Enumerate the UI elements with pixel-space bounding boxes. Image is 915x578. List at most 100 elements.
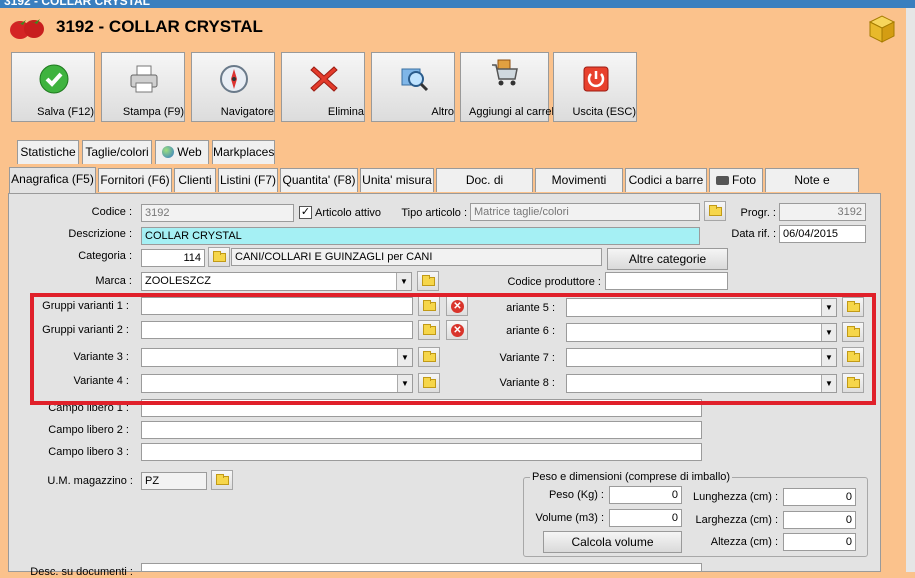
globe-icon <box>162 146 175 158</box>
peso-dimensioni-title: Peso e dimensioni (comprese di imballo) <box>530 471 733 483</box>
tab-label: Markplaces <box>213 145 275 159</box>
codice-field[interactable]: 3192 <box>141 204 294 222</box>
tab-listini[interactable]: Listini (F7) <box>218 168 278 192</box>
marca-select[interactable]: ZOOLESZCZ ▼ <box>141 272 412 291</box>
um-magazzino-label: U.M. magazzino : <box>47 475 133 487</box>
exit-label: Uscita (ESC) <box>572 106 636 118</box>
window-titlebar: 3192 - COLLAR CRYSTAL <box>0 0 915 8</box>
tab-statistiche[interactable]: Statistiche <box>17 140 79 164</box>
calcola-volume-button[interactable]: Calcola volume <box>543 531 682 553</box>
tab-label: Anagrafica (F5) <box>11 172 94 186</box>
lunghezza-label: Lunghezza (cm) : <box>693 491 778 503</box>
compass-icon <box>220 65 248 93</box>
window-title: 3192 - COLLAR CRYSTAL <box>4 0 151 8</box>
data-rif-field[interactable]: 06/04/2015 <box>779 225 866 243</box>
categoria-label: Categoria : <box>78 250 132 262</box>
descrizione-label: Descrizione : <box>68 228 132 240</box>
articolo-attivo-label: Articolo attivo <box>315 207 382 219</box>
print-label: Stampa (F9) <box>122 106 184 118</box>
delete-button[interactable]: Elimina <box>281 52 365 122</box>
marca-value: ZOOLESZCZ <box>145 275 212 287</box>
cubes-icon[interactable] <box>866 12 898 44</box>
marca-label: Marca : <box>95 275 132 287</box>
descrizione-field[interactable]: COLLAR CRYSTAL <box>141 227 700 245</box>
um-magazzino-field[interactable]: PZ <box>141 472 207 490</box>
campo-libero-3-field[interactable] <box>141 443 702 461</box>
codice-produttore-label: Codice produttore : <box>507 276 601 288</box>
strawberry-logo-icon <box>8 16 46 40</box>
camera-icon <box>715 176 729 185</box>
tab-unita-misura[interactable]: Unita' misura <box>360 168 434 192</box>
progr-field[interactable]: 3192 <box>779 203 866 221</box>
print-button[interactable]: Stampa (F9) <box>101 52 185 122</box>
tab-note-descrizioni[interactable]: Note e descrizioni <box>765 168 859 209</box>
delete-label: Elimina <box>327 106 364 118</box>
larghezza-field[interactable]: 0 <box>783 511 856 529</box>
tab-fornitori[interactable]: Fornitori (F6) <box>98 168 172 192</box>
tab-label: Clienti <box>178 173 212 187</box>
desc-documenti-field[interactable] <box>141 563 702 572</box>
tab-label: Fornitori (F6) <box>100 173 170 187</box>
altre-categorie-button[interactable]: Altre categorie <box>607 248 728 270</box>
tab-anagrafica[interactable]: Anagrafica (F5) <box>9 167 96 193</box>
peso-label: Peso (Kg) : <box>548 489 604 501</box>
add-to-cart-button[interactable]: Aggiungi al carrello <box>460 52 563 122</box>
peso-field[interactable]: 0 <box>609 486 682 504</box>
altezza-field[interactable]: 0 <box>783 533 856 551</box>
tab-label: Web <box>177 145 202 159</box>
exit-button[interactable]: Uscita (ESC) <box>553 52 637 122</box>
navigator-button[interactable]: Navigatore <box>191 52 275 122</box>
tipo-articolo-folder-icon[interactable] <box>704 201 726 221</box>
altezza-label: Altezza (cm) : <box>710 536 778 548</box>
desc-documenti-label: Desc. su documenti : <box>30 566 133 578</box>
categoria-folder-icon[interactable] <box>208 247 230 267</box>
tab-movimenti[interactable]: Movimenti (F10) <box>535 168 623 209</box>
other-label: Altro <box>431 106 454 118</box>
tab-taglie-colori[interactable]: Taglie/colori <box>82 140 152 164</box>
larghezza-label: Larghezza (cm) : <box>695 514 778 526</box>
marca-folder-icon[interactable] <box>417 271 439 291</box>
lunghezza-field[interactable]: 0 <box>783 488 856 506</box>
tab-web[interactable]: Web <box>155 140 209 164</box>
tab-markplaces[interactable]: Markplaces <box>212 140 275 164</box>
volume-label: Volume (m3) : <box>535 512 604 524</box>
page-title: 3192 - COLLAR CRYSTAL <box>56 17 263 36</box>
tab-quantita[interactable]: Quantita' (F8) <box>280 168 358 192</box>
um-magazzino-folder-icon[interactable] <box>211 470 233 490</box>
categoria-code-field[interactable]: 114 <box>141 249 205 267</box>
save-label: Salva (F12) <box>37 106 94 118</box>
tab-doc-magazzino[interactable]: Doc. di magazzino <box>436 168 533 209</box>
campo-libero-2-label: Campo libero 2 : <box>48 424 129 436</box>
tab-label: Unita' misura <box>362 173 432 187</box>
tab-codici-barre[interactable]: Codici a barre <box>625 168 707 192</box>
tab-clienti[interactable]: Clienti <box>174 168 216 192</box>
navigator-label: Navigatore <box>220 106 274 118</box>
codice-produttore-field[interactable] <box>605 272 728 290</box>
window-scroll-edge <box>906 8 915 572</box>
articolo-attivo-checkbox[interactable]: ✓ <box>299 206 312 219</box>
tipo-articolo-label: Tipo articolo : <box>401 207 467 219</box>
codice-label: Codice : <box>91 206 132 218</box>
tab-foto[interactable]: Foto <box>709 168 763 192</box>
magnifier-icon <box>401 68 429 92</box>
add-to-cart-label: Aggiungi al carrello <box>469 106 563 118</box>
printer-icon <box>130 65 158 93</box>
power-icon <box>583 66 609 92</box>
data-rif-label: Data rif. : <box>731 228 776 240</box>
variants-highlight-box <box>30 293 876 405</box>
tab-label: Foto <box>731 173 756 187</box>
campo-libero-3-label: Campo libero 3 : <box>48 446 129 458</box>
cart-icon <box>492 59 518 86</box>
other-button[interactable]: Altro <box>371 52 455 122</box>
save-button[interactable]: Salva (F12) <box>11 52 95 122</box>
chevron-down-icon: ▼ <box>396 273 411 290</box>
tab-label: Taglie/colori <box>85 145 149 159</box>
tab-label: Listini (F7) <box>219 173 276 187</box>
volume-field[interactable]: 0 <box>609 509 682 527</box>
tab-label: Codici a barre <box>628 173 704 187</box>
campo-libero-2-field[interactable] <box>141 421 702 439</box>
progr-label: Progr. : <box>740 207 776 219</box>
tab-label: Quantita' (F8) <box>282 173 356 187</box>
delete-x-icon <box>310 66 338 92</box>
tipo-articolo-field[interactable]: Matrice taglie/colori <box>470 203 700 221</box>
